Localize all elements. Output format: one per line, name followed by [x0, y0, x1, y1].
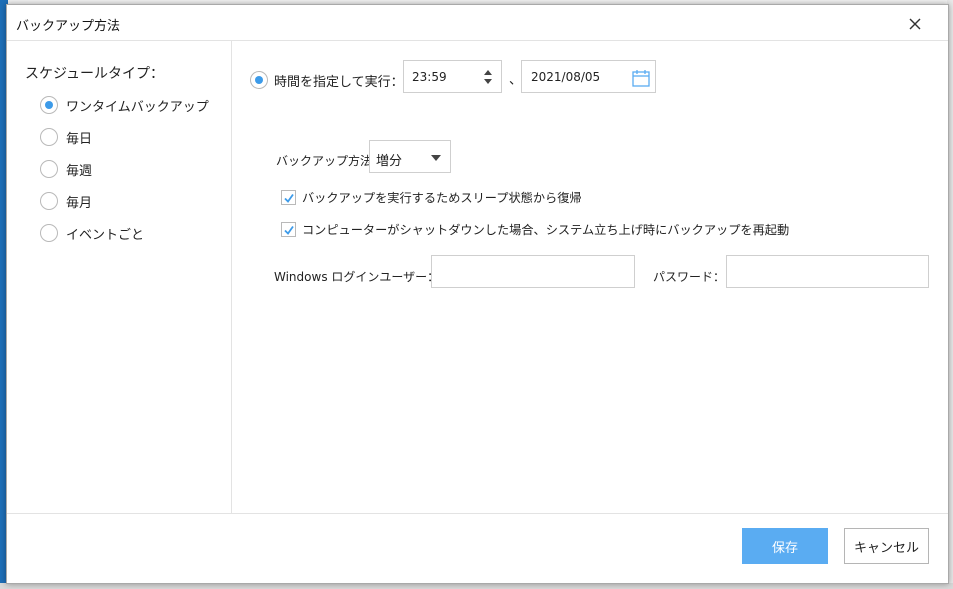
schedule-type-label: スケジュールタイプ： — [25, 66, 165, 82]
schedule-option-label: 毎週 — [66, 163, 93, 179]
windows-login-user-label: Windows ログインユーザー： — [274, 270, 440, 284]
dialog-footer: 保存 キャンセル — [7, 513, 948, 585]
windows-login-user-input[interactable] — [431, 255, 635, 288]
checkmark-icon — [284, 225, 294, 235]
radio-monthly[interactable] — [40, 192, 58, 210]
schedule-type-panel: スケジュールタイプ： ワンタイムバックアップ 毎日 毎週 毎月 イベントごと — [7, 41, 232, 513]
schedule-settings-panel: 時間を指定して実行： 23:59 、 2021/08/05 バックアップ方法 増… — [233, 41, 949, 513]
radio-weekly[interactable] — [40, 160, 58, 178]
cancel-button[interactable]: キャンセル — [844, 528, 929, 564]
schedule-option-label: 毎日 — [66, 131, 93, 147]
schedule-option-onetime[interactable]: ワンタイムバックアップ — [40, 94, 209, 116]
password-label: パスワード： — [653, 270, 726, 284]
chevron-down-icon — [431, 155, 441, 161]
spinner-arrows-icon[interactable] — [483, 69, 493, 85]
restart-after-shutdown-option[interactable]: コンピューターがシャットダウンした場合、システム立ち上げ時にバックアップを再起動 — [281, 219, 789, 239]
schedule-option-monthly[interactable]: 毎月 — [40, 190, 92, 212]
password-input[interactable] — [726, 255, 929, 288]
save-button[interactable]: 保存 — [742, 528, 828, 564]
dialog-title: バックアップ方法 — [16, 19, 121, 34]
restart-after-shutdown-label: コンピューターがシャットダウンした場合、システム立ち上げ時にバックアップを再起動 — [302, 223, 790, 237]
backup-method-dialog: バックアップ方法 スケジュールタイプ： ワンタイムバックアップ 毎日 毎週 毎月 — [6, 4, 949, 584]
timed-run-option[interactable]: 時間を指定して実行： — [250, 64, 404, 96]
time-value[interactable]: 23:59 — [412, 70, 447, 84]
schedule-option-label: イベントごと — [66, 227, 145, 243]
schedule-option-daily[interactable]: 毎日 — [40, 126, 92, 148]
password-field[interactable] — [727, 256, 928, 287]
wake-from-sleep-checkbox[interactable] — [281, 189, 296, 205]
backup-method-value: 増分 — [376, 154, 403, 169]
backup-method-label: バックアップ方法 — [276, 154, 373, 168]
time-spinner[interactable]: 23:59 — [403, 60, 502, 93]
wake-from-sleep-option[interactable]: バックアップを実行するためスリープ状態から復帰 — [281, 187, 582, 207]
calendar-icon[interactable] — [631, 68, 651, 88]
date-value[interactable]: 2021/08/05 — [531, 70, 600, 84]
schedule-option-event[interactable]: イベントごと — [40, 222, 144, 244]
restart-after-shutdown-checkbox[interactable] — [281, 221, 296, 237]
radio-timed-run[interactable] — [250, 71, 268, 89]
windows-login-user-field[interactable] — [432, 256, 634, 287]
close-button[interactable] — [904, 13, 926, 35]
checkmark-icon — [284, 193, 294, 203]
timed-run-label: 時間を指定して実行： — [274, 74, 404, 90]
radio-daily[interactable] — [40, 128, 58, 146]
schedule-option-label: ワンタイムバックアップ — [66, 99, 209, 115]
radio-onetime[interactable] — [40, 96, 58, 114]
dialog-titlebar: バックアップ方法 — [7, 5, 948, 41]
date-picker[interactable]: 2021/08/05 — [521, 60, 656, 93]
backup-method-select[interactable]: 増分 — [369, 140, 451, 173]
close-icon — [909, 18, 921, 30]
schedule-option-weekly[interactable]: 毎週 — [40, 158, 92, 180]
wake-from-sleep-label: バックアップを実行するためスリープ状態から復帰 — [302, 191, 582, 205]
radio-event[interactable] — [40, 224, 58, 242]
schedule-option-label: 毎月 — [66, 195, 93, 211]
